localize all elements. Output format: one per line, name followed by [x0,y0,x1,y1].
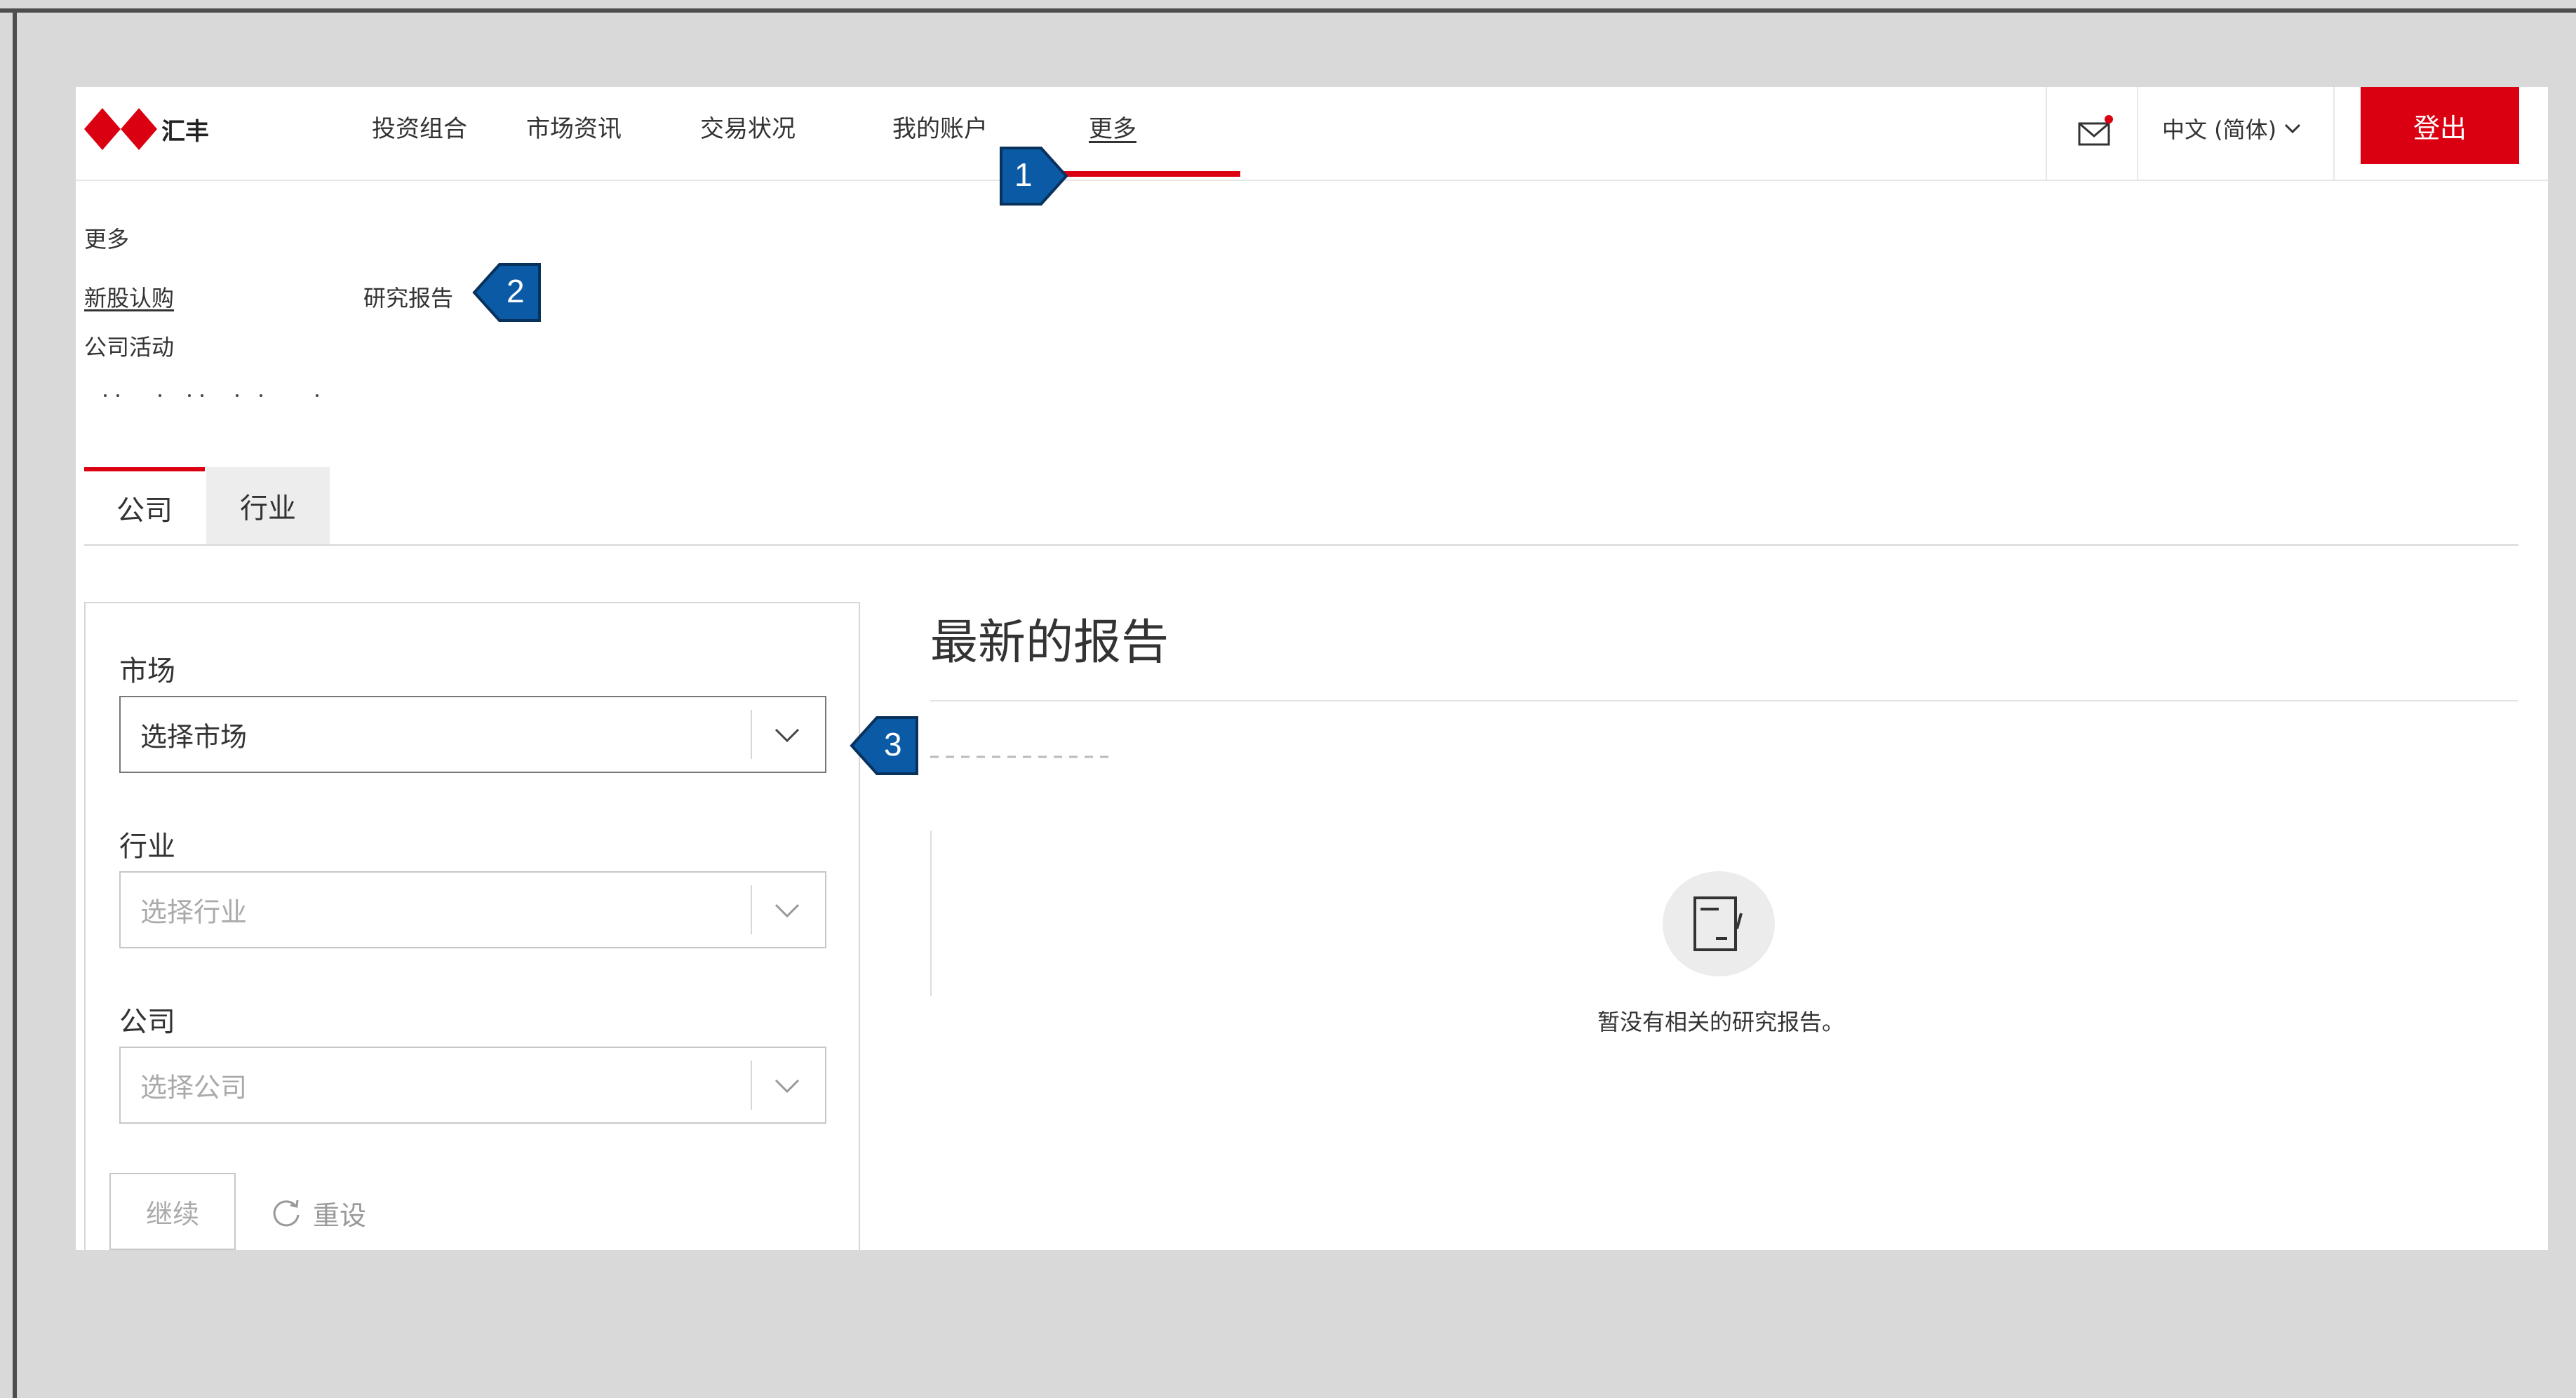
callout-1: 1 [999,146,1069,209]
callout-3-number: 3 [884,726,902,762]
language-selector[interactable]: 中文 (简体) [2162,112,2302,144]
tab-industry[interactable]: 行业 [206,467,330,544]
market-label: 市场 [119,655,175,687]
tab-company-label: 公司 [116,495,173,527]
callout-2-number: 2 [507,273,525,309]
reset-label: 重设 [313,1200,367,1231]
nav-market-info[interactable]: 市场资讯 [526,109,622,144]
faded-text-fragment [930,755,1113,758]
mail-icon [2078,115,2113,146]
header-divider [2046,87,2047,180]
logo-text: 汇丰 [161,117,209,146]
submenu-corporate-actions[interactable]: 公司活动 [84,330,174,362]
continue-button[interactable]: 继续 [109,1173,236,1250]
callout-3: 3 [849,715,919,779]
refresh-icon [273,1199,300,1226]
company-select[interactable]: 选择公司 [119,1047,826,1124]
tab-company[interactable]: 公司 [84,467,205,544]
chevron-down-icon [2285,123,2301,134]
chevron-down-icon [774,903,800,918]
chevron-down-icon [774,728,800,743]
nav-more[interactable]: 更多 [1089,109,1136,144]
submenu-ipo-subscription[interactable]: 新股认购 [84,281,174,313]
market-select-value: 选择市场 [140,721,248,753]
app-screen: 汇丰 投资组合 市场资讯 交易状况 我的账户 更多 中文 (简体) 登出 更多 … [76,87,2548,1250]
reset-button[interactable]: 重设 [269,1194,366,1232]
faded-text-fragment [104,394,318,397]
hsbc-logo[interactable]: 汇丰 [84,108,209,150]
select-separator [751,885,752,934]
callout-2: 2 [471,262,542,325]
company-select-value: 选择公司 [140,1072,248,1103]
language-label: 中文 (简体) [2162,116,2277,143]
hsbc-hexagon-icon [84,108,157,150]
nav-portfolio[interactable]: 投资组合 [372,109,467,144]
tab-industry-label: 行业 [240,492,296,525]
select-separator [751,710,752,759]
latest-reports-title: 最新的报告 [930,615,1169,671]
header-divider [2333,87,2335,180]
empty-state-report-icon [1663,871,1775,976]
empty-state-message: 暂没有相关的研究报告。 [1597,1009,1844,1035]
chevron-down-icon [774,1079,800,1094]
tab-divider [84,544,2518,546]
market-select[interactable]: 选择市场 [119,696,826,773]
industry-select[interactable]: 选择行业 [119,871,826,948]
top-header: 汇丰 投资组合 市场资讯 交易状况 我的账户 更多 中文 (简体) 登出 [76,87,2548,181]
select-separator [751,1061,752,1110]
company-label: 公司 [119,1006,175,1038]
submenu-research-report[interactable]: 研究报告 [363,281,453,313]
industry-select-value: 选择行业 [140,896,248,928]
frame-border-top [0,8,2576,13]
messages-button[interactable] [2069,108,2119,157]
nav-my-account[interactable]: 我的账户 [892,109,988,144]
industry-label: 行业 [119,831,175,863]
nav-active-indicator [1058,171,1240,177]
callout-1-number: 1 [1014,156,1033,193]
header-divider [2137,87,2138,180]
submenu-title: 更多 [84,226,130,253]
logout-button[interactable]: 登出 [2361,87,2519,164]
frame-border-left [13,8,17,1398]
title-divider [930,700,2518,701]
nav-trade-status[interactable]: 交易状况 [700,109,796,144]
filter-panel: 市场 选择市场 行业 选择行业 公司 选择公司 [84,602,860,1250]
content-left-border [930,831,932,996]
